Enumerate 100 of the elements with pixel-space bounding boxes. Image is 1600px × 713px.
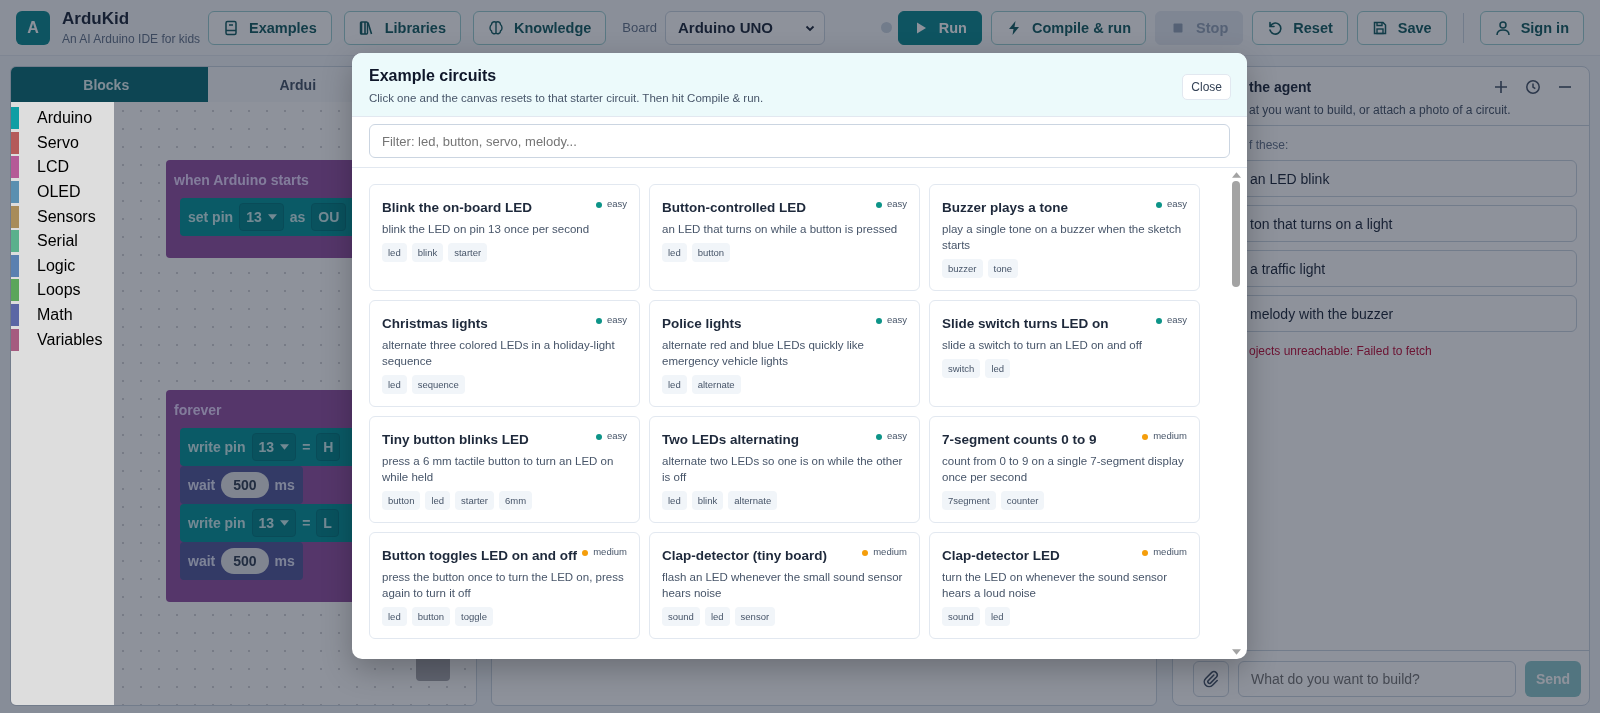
number-input[interactable]: 500	[221, 548, 269, 574]
difficulty-label: easy	[886, 314, 907, 325]
example-card[interactable]: Police lights easy alternate red and blue LEDs quickly like emergency vehicle lights led alternate	[649, 300, 920, 407]
tag: led	[704, 607, 730, 626]
example-card[interactable]: Slide switch turns LED on easy slide a switch to turn an LED on and off switch led	[929, 300, 1200, 407]
example-card[interactable]: Two LEDs alternating easy alternate two LEDs so one is on while the other is off led blink alternate	[649, 416, 920, 523]
scroll-thumb[interactable]	[1232, 181, 1240, 287]
difficulty-label: medium	[593, 546, 627, 557]
scroll-down-icon[interactable]	[1231, 649, 1241, 655]
toolbar-button[interactable]: Compile & run	[990, 10, 1147, 45]
example-card[interactable]: Button toggles LED on and off medium press the button once to turn the LED on, press again to turn it off led button toggle	[369, 532, 640, 639]
suggestion-prompt: f these:	[1248, 138, 1290, 152]
difficulty-label: medium	[1153, 546, 1187, 557]
board-label: Board	[622, 20, 657, 35]
agent-title: the agent	[1249, 79, 1312, 95]
message-input[interactable]: What do you want to build?	[1238, 661, 1516, 697]
category-item[interactable]: Arduino	[11, 106, 114, 131]
example-title: Buzzer plays a tone	[942, 200, 1070, 215]
category-item[interactable]: Sensors	[11, 204, 114, 229]
editor-tab[interactable]: Blocks	[11, 67, 208, 102]
category-item[interactable]: Logic	[11, 253, 114, 279]
brain-icon	[487, 19, 504, 36]
tag: switch	[942, 359, 981, 378]
block-label: wait	[188, 553, 216, 569]
example-description: count from 0 to 9 on a single 7-segment display once per second	[942, 454, 1185, 485]
app-title: ArduKid	[62, 9, 131, 29]
category-item[interactable]: Serial	[11, 228, 114, 254]
block-label: =	[302, 515, 311, 531]
close-button[interactable]: Close	[1182, 74, 1231, 100]
tag: blink	[411, 243, 444, 262]
category-item[interactable]: OLED	[11, 179, 114, 205]
tag: led	[382, 375, 407, 394]
category-item[interactable]: Math	[11, 302, 114, 328]
number-input[interactable]: 500	[221, 472, 269, 498]
wait-block[interactable]: wait 500 ms	[180, 466, 303, 504]
example-title: Clap-detector (tiny board)	[662, 548, 828, 563]
tag: 7segment	[942, 491, 996, 510]
books-icon	[358, 19, 375, 36]
tag: sound	[942, 607, 980, 626]
toolbar-button[interactable]: Reset	[1252, 10, 1348, 45]
scroll-up-icon[interactable]	[1231, 172, 1241, 178]
plus-icon[interactable]	[1493, 79, 1509, 95]
nav-button[interactable]: Libraries	[343, 10, 461, 45]
tag: button	[691, 243, 731, 262]
difficulty-label: easy	[606, 198, 627, 209]
tag: led	[662, 491, 687, 510]
toolbar-button[interactable]: Save	[1356, 10, 1447, 45]
tag: led	[382, 607, 407, 626]
category-item[interactable]: LCD	[11, 155, 114, 180]
example-card[interactable]: 7-segment counts 0 to 9 medium count from 0 to 9 on a single 7-segment display once per second 7segment counter	[929, 416, 1200, 523]
example-card[interactable]: Blink the on-board LED easy blink the LED on pin 13 once per second led blink starter	[369, 184, 640, 291]
save-icon	[1371, 19, 1388, 36]
difficulty-label: easy	[606, 430, 627, 441]
reset-icon	[1267, 19, 1284, 36]
difficulty-label: easy	[606, 314, 627, 325]
category-item[interactable]: Variables	[11, 327, 114, 352]
example-card[interactable]: Buzzer plays a tone easy play a single tone on a buzzer when the sketch starts buzzer tone	[929, 184, 1200, 291]
difficulty-label: medium	[873, 546, 907, 557]
user-icon	[1494, 19, 1511, 36]
example-title: Button toggles LED on and off	[382, 548, 578, 563]
tag: starter	[455, 491, 495, 510]
tag: button	[411, 607, 451, 626]
board-select[interactable]: Arduino UNO	[665, 10, 825, 45]
tag: toggle	[455, 607, 493, 626]
filter-field[interactable]: Filter: led, button, servo, melody...	[369, 124, 1230, 158]
category-item[interactable]: Servo	[11, 130, 114, 156]
block-label: when Arduino starts	[173, 172, 310, 190]
tag: counter	[1000, 491, 1045, 510]
tag: 6mm	[499, 491, 533, 510]
example-description: press a 6 mm tactile button to turn an LED on while held	[382, 454, 615, 485]
example-title: Button-controlled LED	[662, 200, 807, 215]
tag: sequence	[411, 375, 465, 394]
clock-icon[interactable]	[1525, 79, 1541, 95]
example-card[interactable]: Clap-detector LED medium turn the LED on whenever the sound sensor hears a loud noise sound led	[929, 532, 1200, 639]
example-description: alternate two LEDs so one is on while the other is off	[662, 454, 904, 485]
example-card[interactable]: Button-controlled LED easy an LED that turns on while a button is pressed led button	[649, 184, 920, 291]
block-label: wait	[188, 477, 216, 493]
category-item[interactable]: Loops	[11, 278, 114, 303]
attach-button[interactable]	[1193, 661, 1229, 697]
tag: led	[382, 243, 407, 262]
block-label: write pin	[188, 515, 246, 531]
tag: sound	[662, 607, 700, 626]
tag: led	[985, 359, 1011, 378]
logo-badge: A	[16, 10, 50, 45]
nav-button[interactable]: Knowledge	[472, 10, 607, 45]
example-title: Tiny button blinks LED	[382, 432, 530, 447]
example-description: turn the LED on whenever the sound sensor hears a loud noise	[942, 570, 1169, 601]
example-card[interactable]: Christmas lights easy alternate three colored LEDs in a holiday-light sequence led sequence	[369, 300, 640, 407]
difficulty-label: medium	[1153, 430, 1187, 441]
wait-block[interactable]: wait 500 ms	[180, 542, 303, 580]
tag: buzzer	[942, 259, 983, 278]
example-card[interactable]: Clap-detector (tiny board) medium flash an LED whenever the small sound sensor hears noise sound led sensor	[649, 532, 920, 639]
tag: blink	[691, 491, 724, 510]
sign-in-button[interactable]: Sign in	[1479, 10, 1584, 45]
difficulty-label: easy	[886, 198, 907, 209]
nav-button[interactable]: Examples	[208, 10, 332, 45]
block-label: as	[289, 209, 306, 225]
tag: alternate	[691, 375, 741, 394]
toolbar-button[interactable]: Run	[897, 10, 982, 45]
example-card[interactable]: Tiny button blinks LED easy press a 6 mm tactile button to turn an LED on while held button led starter 6mm	[369, 416, 640, 523]
